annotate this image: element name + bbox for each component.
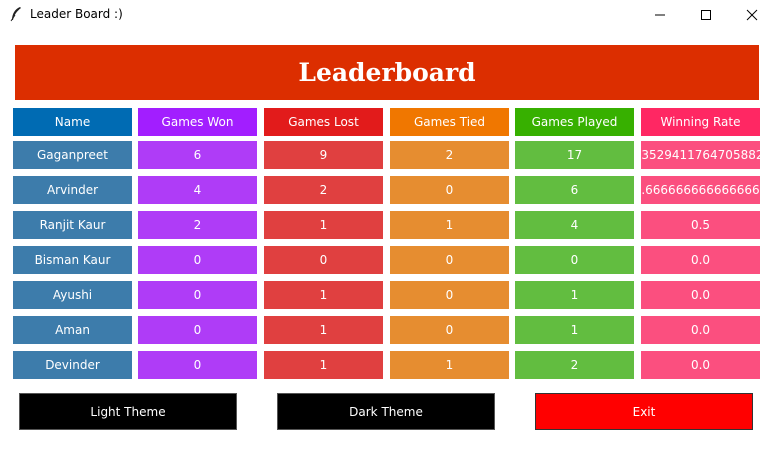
cell-games-tied: 1 [390, 351, 509, 379]
maximize-button[interactable] [683, 0, 729, 30]
cell-games-tied: 2 [390, 141, 509, 169]
cell-games-tied: 0 [390, 176, 509, 204]
cell-games-won: 0 [138, 246, 257, 274]
cell-name: Ayushi [13, 281, 132, 309]
cell-games-played: 17 [515, 141, 634, 169]
column-header-games-tied: Games Tied [390, 108, 509, 136]
cell-name: Aman [13, 316, 132, 344]
cell-games-won: 0 [138, 316, 257, 344]
title-bar: Leader Board :) [0, 0, 775, 30]
dark-theme-button[interactable]: Dark Theme [277, 393, 495, 430]
cell-games-lost: 0 [264, 246, 383, 274]
column-header-winning-rate: Winning Rate [641, 108, 760, 136]
cell-winning-rate: 0.35294117647058826 [641, 141, 760, 169]
close-icon [746, 9, 758, 21]
cell-games-lost: 1 [264, 281, 383, 309]
page-title: Leaderboard [298, 58, 476, 87]
cell-games-lost: 9 [264, 141, 383, 169]
cell-games-played: 1 [515, 316, 634, 344]
cell-winning-rate: 0.0 [641, 316, 760, 344]
cell-winning-rate: 0.0 [641, 281, 760, 309]
cell-games-won: 0 [138, 351, 257, 379]
cell-games-won: 0 [138, 281, 257, 309]
cell-name: Gaganpreet [13, 141, 132, 169]
cell-games-tied: 0 [390, 281, 509, 309]
cell-games-played: 0 [515, 246, 634, 274]
cell-winning-rate: 0.6666666666666666 [641, 176, 760, 204]
exit-button[interactable]: Exit [535, 393, 753, 430]
column-header-games-played: Games Played [515, 108, 634, 136]
cell-games-played: 4 [515, 211, 634, 239]
maximize-icon [701, 10, 711, 20]
cell-name: Bisman Kaur [13, 246, 132, 274]
cell-games-lost: 2 [264, 176, 383, 204]
cell-games-played: 6 [515, 176, 634, 204]
cell-name: Devinder [13, 351, 132, 379]
light-theme-button[interactable]: Light Theme [19, 393, 237, 430]
cell-games-played: 1 [515, 281, 634, 309]
close-button[interactable] [729, 0, 775, 30]
column-header-games-lost: Games Lost [264, 108, 383, 136]
cell-games-tied: 1 [390, 211, 509, 239]
cell-games-lost: 1 [264, 351, 383, 379]
cell-games-lost: 1 [264, 211, 383, 239]
window-title: Leader Board :) [30, 7, 123, 21]
feather-icon [9, 6, 23, 22]
leaderboard-banner: Leaderboard [15, 45, 759, 100]
column-header-games-won: Games Won [138, 108, 257, 136]
cell-name: Ranjit Kaur [13, 211, 132, 239]
cell-games-won: 4 [138, 176, 257, 204]
column-header-name: Name [13, 108, 132, 136]
cell-games-won: 6 [138, 141, 257, 169]
cell-games-tied: 0 [390, 246, 509, 274]
cell-winning-rate: 0.5 [641, 211, 760, 239]
cell-games-lost: 1 [264, 316, 383, 344]
minimize-icon [655, 14, 665, 16]
cell-games-won: 2 [138, 211, 257, 239]
cell-games-tied: 0 [390, 316, 509, 344]
cell-games-played: 2 [515, 351, 634, 379]
cell-winning-rate: 0.0 [641, 246, 760, 274]
minimize-button[interactable] [637, 0, 683, 30]
cell-name: Arvinder [13, 176, 132, 204]
cell-winning-rate: 0.0 [641, 351, 760, 379]
